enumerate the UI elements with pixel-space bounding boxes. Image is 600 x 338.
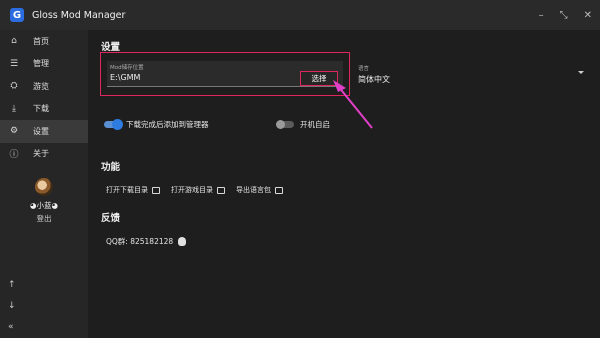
- list-icon: ☰: [9, 58, 19, 69]
- main-content: 设置 Mod储存位置 E:\GMM 选择 语言 简体中文 下载完成后添加到管理器…: [88, 30, 600, 338]
- open-download-dir-label: 打开下载目录: [106, 186, 148, 194]
- restore-icon[interactable]: ⤡: [560, 10, 568, 21]
- sidebar-item-label: 管理: [33, 59, 49, 69]
- auto-add-toggle[interactable]: [104, 119, 123, 130]
- language-label: 语言: [358, 66, 370, 72]
- auto-add-label: 下载完成后添加到管理器: [126, 120, 209, 129]
- app-title: Gloss Mod Manager: [32, 9, 126, 21]
- close-icon[interactable]: ✕: [584, 10, 592, 21]
- sidebar-item-manage[interactable]: ☰ 管理: [0, 53, 88, 76]
- export-language-label: 导出语言包: [236, 186, 271, 194]
- gamepad-icon: ⛭: [10, 81, 18, 92]
- language-select[interactable]: 语言 简体中文: [354, 60, 586, 86]
- choose-path-button[interactable]: 选择: [300, 71, 338, 86]
- sidebar-item-settings[interactable]: ⚙ 设置: [0, 120, 88, 143]
- minimize-icon[interactable]: –: [539, 10, 544, 21]
- logout-link[interactable]: 登出: [0, 213, 88, 224]
- open-game-dir-label: 打开游戏目录: [171, 186, 213, 194]
- sidebar-item-label: 游览: [33, 81, 49, 91]
- sidebar-item-label: 关于: [33, 149, 49, 159]
- cache-path-value: E:\GMM: [110, 73, 141, 82]
- gear-icon: ⚙: [9, 126, 19, 137]
- home-icon: ⌂: [11, 36, 17, 47]
- user-box: ◕小蓝◕ 登出: [0, 178, 88, 224]
- title-bar: G Gloss Mod Manager – ⤡ ✕: [0, 0, 600, 30]
- function-buttons: 打开下载目录 打开游戏目录 导出语言包: [106, 185, 283, 195]
- app-logo-icon: G: [10, 8, 24, 22]
- settings-title: 设置: [101, 42, 121, 53]
- download-icon: ⤓: [12, 103, 16, 114]
- cache-path-label: Mod储存位置: [110, 65, 144, 71]
- sidebar-item-browse[interactable]: ⛭ 游览: [0, 75, 88, 98]
- chevron-down-icon: [578, 71, 584, 74]
- sidebar: ⌂ 首页 ☰ 管理 ⛭ 游览 ⤓ 下载 ⚙ 设置 ⓘ 关于 ◕小蓝◕ 登出 ↑ …: [0, 30, 88, 338]
- qq-group-text: QQ群: 825182128: [106, 237, 174, 246]
- sidebar-item-label: 设置: [33, 126, 49, 136]
- arrow-down-icon[interactable]: ↓: [8, 301, 16, 311]
- qq-icon[interactable]: [178, 237, 187, 246]
- window-controls: – ⤡ ✕: [539, 0, 592, 30]
- export-icon: [275, 186, 283, 194]
- qq-group-row: QQ群: 825182128: [106, 236, 187, 247]
- sidebar-item-label: 首页: [33, 36, 49, 46]
- sidebar-item-download[interactable]: ⤓ 下载: [0, 98, 88, 121]
- functions-title: 功能: [101, 162, 121, 173]
- folder-icon: [152, 186, 160, 194]
- feedback-title: 反馈: [101, 213, 121, 224]
- avatar[interactable]: [35, 178, 53, 196]
- language-value: 简体中文: [358, 75, 390, 84]
- open-game-dir-button[interactable]: 打开游戏目录: [171, 185, 225, 195]
- auto-add-toggle-row[interactable]: 下载完成后添加到管理器: [104, 119, 209, 130]
- user-name: ◕小蓝◕: [29, 201, 59, 210]
- folder-icon: [217, 186, 225, 194]
- sidebar-item-label: 下载: [33, 104, 49, 114]
- sidebar-bottom: ↑ ↓ «: [8, 280, 16, 332]
- autostart-toggle[interactable]: [276, 120, 294, 129]
- sidebar-item-about[interactable]: ⓘ 关于: [0, 143, 88, 166]
- open-download-dir-button[interactable]: 打开下载目录: [106, 185, 160, 195]
- export-language-button[interactable]: 导出语言包: [236, 185, 283, 195]
- collapse-icon[interactable]: «: [8, 322, 16, 332]
- autostart-toggle-row[interactable]: 开机自启: [276, 119, 330, 130]
- arrow-up-icon[interactable]: ↑: [8, 280, 16, 290]
- sidebar-item-home[interactable]: ⌂ 首页: [0, 30, 88, 53]
- autostart-label: 开机自启: [300, 120, 330, 129]
- info-icon: ⓘ: [9, 150, 19, 161]
